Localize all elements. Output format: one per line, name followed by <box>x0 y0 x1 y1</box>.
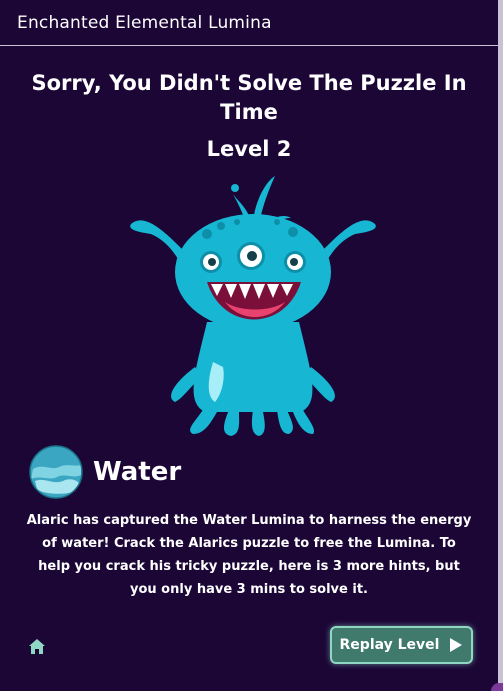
result-panel: Sorry, You Didn't Solve The Puzzle In Ti… <box>0 47 498 691</box>
replay-level-button[interactable]: Replay Level <box>330 626 473 664</box>
level-label: Level 2 <box>206 137 292 161</box>
home-icon[interactable] <box>26 635 48 657</box>
window-edge <box>498 0 503 691</box>
replay-level-label: Replay Level <box>339 637 440 653</box>
play-icon <box>450 638 463 652</box>
water-orb-icon <box>29 445 83 499</box>
element-description: Alaric has captured the Water Lumina to … <box>26 513 472 597</box>
app-header: Enchanted Elemental Lumina <box>0 0 498 46</box>
element-row: Water <box>29 445 181 499</box>
monster-illustration <box>130 176 376 436</box>
result-title: Sorry, You Didn't Solve The Puzzle In Ti… <box>31 71 467 124</box>
app-title: Enchanted Elemental Lumina <box>17 12 272 33</box>
element-name: Water <box>93 457 182 487</box>
corner-decoration <box>491 683 503 691</box>
